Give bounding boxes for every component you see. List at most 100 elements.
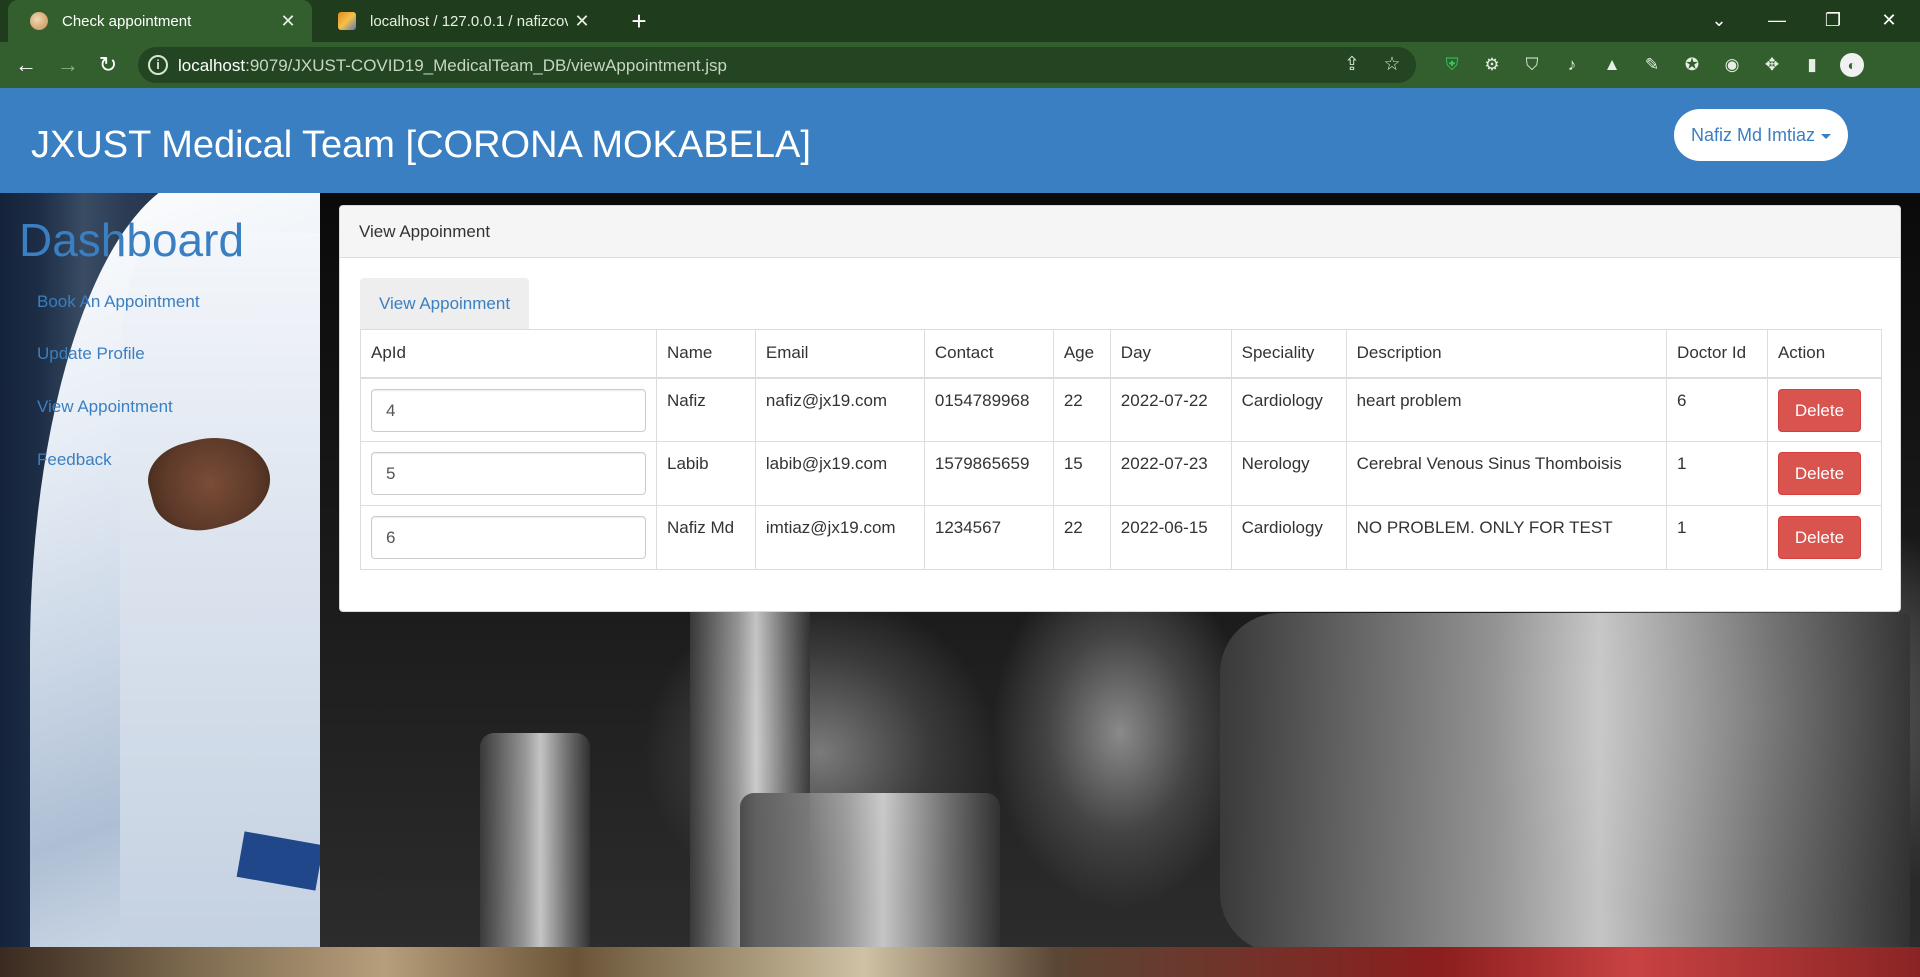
address-bar[interactable]: i localhost:9079/JXUST-COVID19_MedicalTe… [138, 47, 1416, 83]
user-name: Nafiz Md Imtiaz [1690, 125, 1816, 145]
sidebar-link-view-appointment[interactable]: View Appointment [37, 397, 173, 417]
table-row: 4 Nafiz nafiz@jx19.com 0154789968 22 202… [360, 377, 1883, 442]
puzzle-extensions-icon[interactable]: ✥ [1760, 53, 1784, 77]
top-navbar: JXUST Medical Team [CORONA MOKABELA] Naf… [0, 88, 1920, 193]
forward-arrow-icon[interactable]: → [52, 49, 84, 81]
tab-title: Check appointment [62, 12, 192, 30]
new-tab-plus-icon[interactable]: + [622, 4, 656, 38]
browser-toolbar: ← → ↻ i localhost:9079/JXUST-COVID19_Med… [0, 42, 1920, 88]
contact-cell: 0154789968 [923, 377, 1054, 442]
name-cell: Nafiz [656, 377, 756, 442]
doctor-id-cell: 1 [1666, 505, 1768, 570]
footer-background-image [0, 947, 1920, 977]
age-cell: 22 [1052, 505, 1111, 570]
column-header: Description [1345, 329, 1668, 379]
apid-input[interactable]: 6 [371, 516, 646, 559]
tab-title: localhost / 127.0.0.1 / nafizcovid19 [370, 12, 568, 30]
column-header: ApId [360, 329, 657, 379]
panel-title: View Appoinment [359, 222, 491, 241]
profile-avatar-icon[interactable]: ◐ [1840, 53, 1864, 77]
vial-image [480, 733, 590, 947]
browser-tab-check-appointment[interactable]: Check appointment ✕ [8, 0, 312, 42]
apid-cell: 5 [360, 441, 657, 506]
appointments-table: ApId Name Email Contact Age Day Speciali… [360, 329, 1883, 570]
delete-button[interactable]: Delete [1777, 516, 1861, 559]
pen-icon[interactable]: ✎ [1640, 53, 1664, 77]
close-window-icon[interactable]: ✕ [1866, 0, 1912, 42]
column-header: Email [754, 329, 925, 379]
sidebar: Dashboard Book An Appointment Update Pro… [0, 193, 320, 947]
sidebar-link-feedback[interactable]: Feedback [37, 450, 112, 470]
description-cell: heart problem [1345, 377, 1668, 442]
panel-tabs: View Appoinment [360, 278, 530, 329]
speciality-cell: Cardiology [1230, 377, 1347, 442]
camera-icon[interactable]: ◉ [1720, 53, 1744, 77]
reload-icon[interactable]: ↻ [92, 49, 124, 81]
bottle-image [1220, 613, 1910, 947]
day-cell: 2022-07-22 [1109, 377, 1232, 442]
web-page: JXUST Medical Team [CORONA MOKABELA] Naf… [0, 88, 1920, 977]
email-cell: nafiz@jx19.com [754, 377, 925, 442]
apid-input[interactable]: 5 [371, 452, 646, 495]
back-arrow-icon[interactable]: ← [10, 49, 42, 81]
cookie-icon[interactable]: ✪ [1680, 53, 1704, 77]
extension-icon[interactable]: ⚙ [1480, 53, 1504, 77]
column-header: Age [1052, 329, 1111, 379]
column-header: Doctor Id [1666, 329, 1768, 379]
user-dropdown-button[interactable]: Nafiz Md Imtiaz [1674, 109, 1848, 161]
side-panel-icon[interactable]: ▮ [1800, 53, 1824, 77]
share-icon[interactable]: ⇪ [1338, 51, 1366, 79]
description-cell: NO PROBLEM. ONLY FOR TEST [1345, 505, 1668, 570]
browser-tab-phpmyadmin[interactable]: localhost / 127.0.0.1 / nafizcovid19 ✕ [316, 0, 606, 42]
shield-extension-icon[interactable]: ⛨ [1440, 53, 1464, 77]
drive-icon[interactable]: ▲ [1600, 53, 1624, 77]
restore-icon[interactable]: ❐ [1810, 0, 1856, 42]
info-icon[interactable]: i [148, 55, 168, 75]
column-header: Contact [923, 329, 1054, 379]
address-url[interactable]: localhost:9079/JXUST-COVID19_MedicalTeam… [178, 56, 727, 76]
tab-view-appointment[interactable]: View Appoinment [360, 278, 530, 329]
action-cell: Delete [1766, 377, 1883, 442]
email-cell: labib@jx19.com [754, 441, 925, 506]
privacy-badger-icon[interactable]: ⛉ [1520, 53, 1544, 77]
column-header: Action [1766, 329, 1883, 379]
name-cell: Labib [656, 441, 756, 506]
table-row: 5 Labib labib@jx19.com 1579865659 15 202… [360, 441, 1883, 506]
column-header: Speciality [1230, 329, 1347, 379]
dashboard-title: Dashboard [19, 214, 245, 266]
action-cell: Delete [1766, 505, 1883, 570]
age-cell: 22 [1052, 377, 1111, 442]
bookmark-star-icon[interactable]: ☆ [1378, 51, 1406, 79]
minimize-icon[interactable]: — [1754, 0, 1800, 42]
contact-cell: 1579865659 [923, 441, 1054, 506]
tab-search-chevron-icon[interactable]: ⌄ [1696, 0, 1742, 42]
close-tab-icon[interactable]: ✕ [568, 11, 596, 32]
description-cell: Cerebral Venous Sinus Thomboisis [1345, 441, 1668, 506]
table-row: 6 Nafiz Md imtiaz@jx19.com 1234567 22 20… [360, 505, 1883, 570]
tab-favicon-icon [338, 12, 356, 30]
apid-input[interactable]: 4 [371, 388, 646, 432]
caret-down-icon [1821, 133, 1832, 139]
column-header: Day [1109, 329, 1232, 379]
close-tab-icon[interactable]: ✕ [274, 11, 302, 32]
name-cell: Nafiz Md [656, 505, 756, 570]
age-cell: 15 [1052, 441, 1111, 506]
vial-image [740, 793, 1000, 947]
table-header-row: ApId Name Email Contact Age Day Speciali… [360, 329, 1883, 379]
column-header: Name [656, 329, 756, 379]
speciality-cell: Nerology [1230, 441, 1347, 506]
brand-title[interactable]: JXUST Medical Team [CORONA MOKABELA] [31, 124, 811, 167]
view-appointment-panel: View Appoinment View Appoinment ApId Nam… [339, 205, 1901, 612]
doctor-id-cell: 6 [1666, 377, 1768, 442]
panel-heading: View Appoinment [340, 206, 1900, 258]
tab-favicon-icon [30, 12, 48, 30]
audio-icon[interactable]: ♪ [1560, 53, 1584, 77]
sidebar-link-update-profile[interactable]: Update Profile [37, 344, 145, 364]
sidebar-link-book-appointment[interactable]: Book An Appointment [37, 292, 200, 312]
delete-button[interactable]: Delete [1777, 388, 1861, 432]
delete-button[interactable]: Delete [1777, 452, 1861, 495]
browser-tab-strip: Check appointment ✕ localhost / 127.0.0.… [0, 0, 1920, 42]
contact-cell: 1234567 [923, 505, 1054, 570]
day-cell: 2022-07-23 [1109, 441, 1232, 506]
apid-cell: 4 [360, 377, 657, 442]
